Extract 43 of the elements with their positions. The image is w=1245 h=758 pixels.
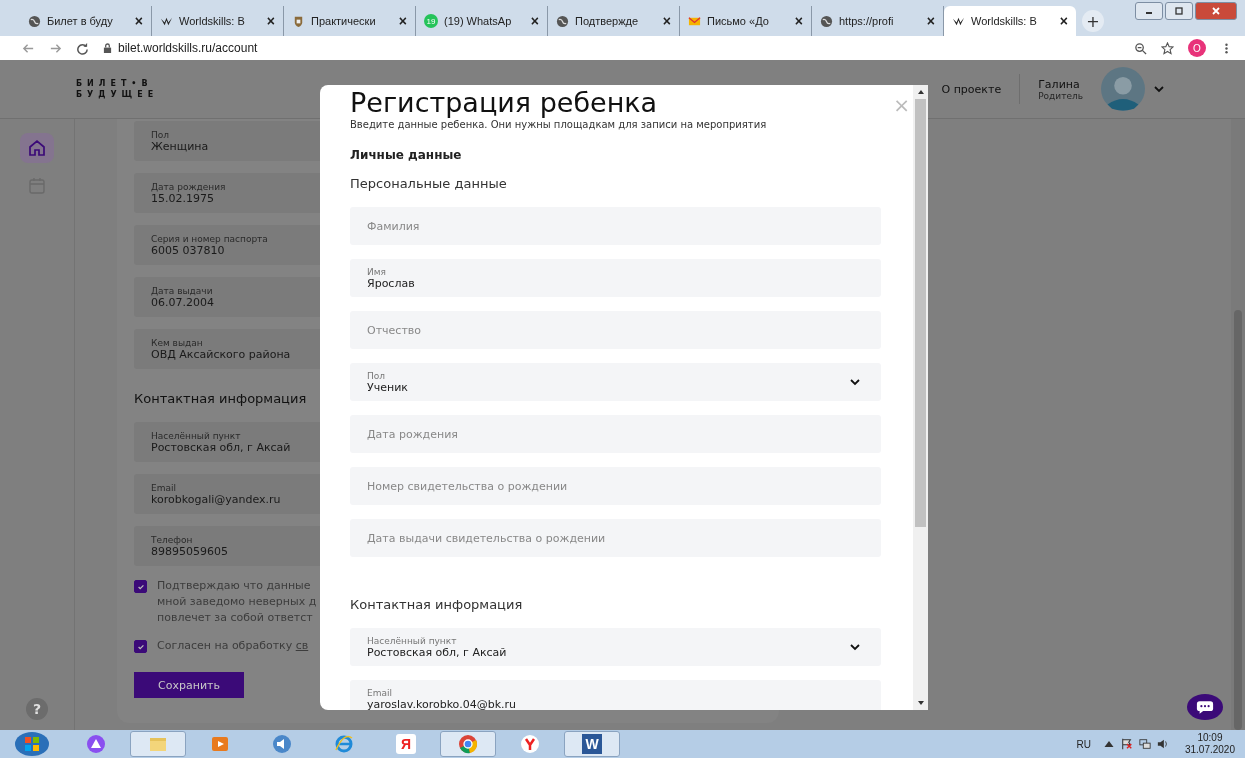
tab-title: (19) WhatsAp	[444, 15, 513, 27]
section-heading: Контактная информация	[134, 391, 308, 406]
close-icon[interactable]: ×	[398, 13, 407, 29]
select-field[interactable]: Пол Ученик	[350, 363, 881, 401]
taskbar-app[interactable]: Я	[378, 731, 434, 757]
user-role: Родитель	[1038, 90, 1083, 101]
profile-avatar[interactable]: О	[1188, 39, 1206, 57]
tab-title: https://profi	[839, 15, 895, 27]
dialog-title: Регистрация ребенка	[350, 87, 659, 119]
close-icon[interactable]: ×	[1059, 13, 1068, 29]
close-icon[interactable]: ×	[530, 13, 539, 29]
section-heading: Личные данные	[350, 148, 463, 162]
close-icon[interactable]: ×	[134, 13, 143, 29]
help-button[interactable]: ?	[26, 698, 48, 720]
save-button[interactable]: Сохранить	[134, 672, 244, 698]
tab-title: Билет в буду	[47, 15, 114, 27]
site-logo[interactable]: БИЛЕТ•В БУДУЩЕЕ	[76, 78, 159, 100]
consent-text: Подтверждаю что данные мной заведомо неверных д повлечет за собой ответст	[157, 578, 317, 626]
nav-link[interactable]: О проекте	[941, 82, 1002, 96]
select-field[interactable]: Населённый пункт Ростовская обл, г Аксай	[350, 628, 881, 666]
language-indicator[interactable]: RU	[1076, 738, 1091, 750]
close-icon[interactable]: ×	[266, 13, 275, 29]
user-name: Галина	[1038, 77, 1081, 91]
browser-tab[interactable]: Worldskills: B ×	[944, 6, 1076, 36]
dialog-subtitle: Введите данные ребенка. Они нужны площадкам для записи на мероприятия	[350, 119, 768, 130]
close-icon[interactable]: ×	[662, 13, 671, 29]
tab-title: Подтвержде	[575, 15, 640, 27]
clock[interactable]: 10:09 31.07.2020	[1184, 732, 1235, 756]
tab-title: Worldskills: B	[179, 15, 246, 27]
consent-text: Согласен на обработку св	[157, 638, 309, 654]
subsection-heading: Персональные данные	[350, 176, 508, 191]
notification-badge: 19	[424, 14, 438, 28]
new-tab-button[interactable]: +	[1082, 10, 1104, 32]
close-icon[interactable]: ×	[926, 13, 935, 29]
taskbar-app[interactable]: W	[564, 731, 620, 757]
tab-title: Практически	[311, 15, 377, 27]
address-field[interactable]: bilet.worldskills.ru/account	[118, 41, 258, 55]
subsection-heading: Контактная информация	[350, 597, 524, 612]
close-icon[interactable]: ×	[794, 13, 803, 29]
tab-title: Worldskills: B	[971, 15, 1038, 27]
input-field[interactable]: Имя Ярослав	[350, 259, 881, 297]
input-field[interactable]: Email yaroslav.korobko.04@bk.ru	[350, 680, 881, 710]
tab-title: Письмо «До	[707, 15, 770, 27]
